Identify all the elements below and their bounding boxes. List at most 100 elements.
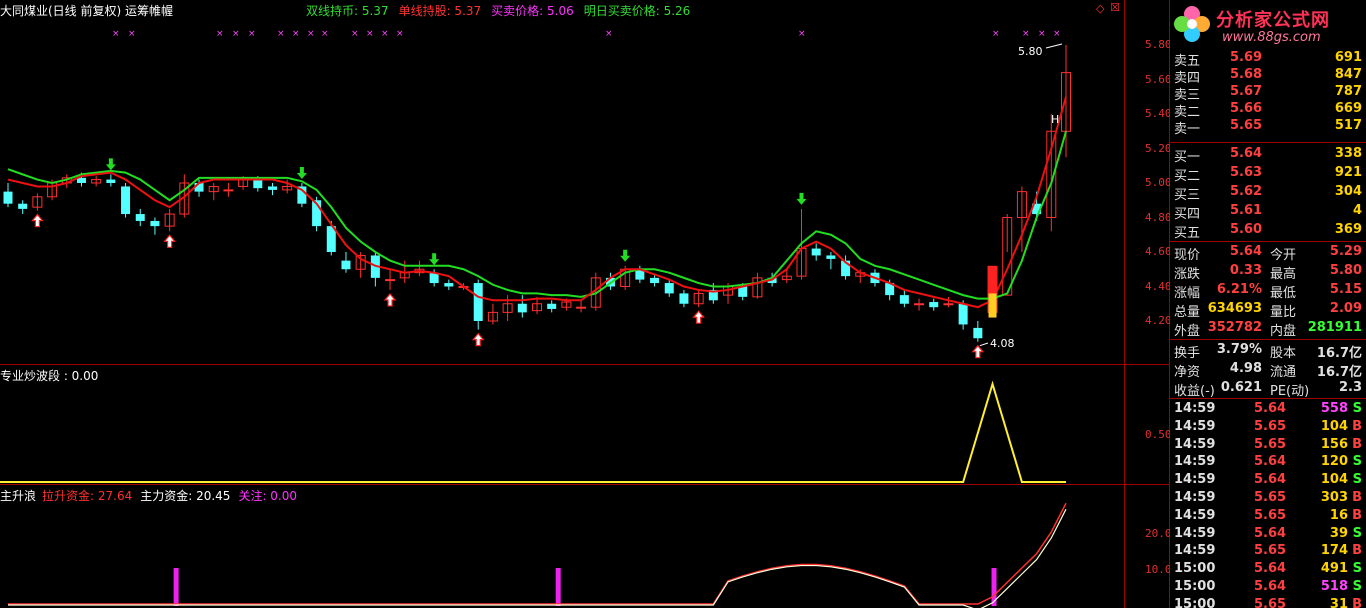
tick-side: B	[1352, 543, 1362, 559]
price-tick: 4.20	[1145, 314, 1170, 327]
kline-svg[interactable]: × × × × × × × × × × × × × × × × × × × 5.80 4.08 H	[0, 0, 1170, 608]
tick-volume: 39	[1329, 525, 1348, 541]
signal-x-marker: ×	[605, 29, 613, 39]
quote-value-2: 2.09	[1329, 301, 1362, 316]
price-tick: 5.00	[1145, 176, 1170, 189]
tick-price: 5.64	[1254, 401, 1287, 416]
quote-value-2: 5.29	[1329, 244, 1362, 259]
fund-key-2: 股本	[1270, 346, 1297, 361]
tick-time: 14:59	[1174, 436, 1216, 452]
sub2-ytick-10: 10.00	[1145, 563, 1170, 576]
quote-row: 外盘 352782 内盘 281911	[1170, 320, 1366, 339]
ask-label: 卖一	[1174, 122, 1201, 137]
tick-row[interactable]: 15:00 5.64 491 S	[1170, 561, 1366, 578]
tick-price: 5.65	[1254, 418, 1287, 434]
tick-time: 14:59	[1174, 454, 1216, 470]
candle-body	[18, 203, 28, 209]
signal-x-marker: ×	[216, 29, 224, 39]
quote-value-2: 281911	[1307, 320, 1362, 335]
tick-time: 15:00	[1174, 579, 1216, 594]
quote-value-2: 5.80	[1329, 263, 1362, 278]
tick-row[interactable]: 14:59 5.64 39 S	[1170, 526, 1366, 543]
tick-row[interactable]: 15:00 5.64 518 S	[1170, 579, 1366, 596]
sub2-item-2: 关注: 0.00	[238, 489, 298, 503]
bid-qty: 369	[1334, 222, 1362, 237]
tick-side: S	[1352, 401, 1362, 416]
tick-price: 5.65	[1254, 596, 1287, 608]
tick-row[interactable]: 14:59 5.65 303 B	[1170, 490, 1366, 507]
candle-body	[3, 191, 13, 204]
ask-row[interactable]: 卖三 5.67 787	[1170, 84, 1366, 103]
bid-row[interactable]: 买五 5.60 369	[1170, 222, 1366, 241]
buy-arrow-icon	[971, 344, 985, 359]
tick-time: 14:59	[1174, 401, 1216, 416]
sub2-item-0: 拉升资金: 27.64	[42, 489, 133, 503]
kline-chart-area[interactable]: × × × × × × × × × × × × × × × × × × × 5.80 4.08 H 大同煤业(日线 前复权…	[0, 0, 1170, 608]
buy-arrow-icon	[31, 213, 44, 228]
quote-value: 6.21%	[1216, 282, 1262, 297]
quote-value: 5.64	[1229, 244, 1262, 259]
tick-row[interactable]: 14:59 5.65 174 B	[1170, 543, 1366, 560]
tick-row[interactable]: 15:00 5.65 31 B	[1170, 597, 1366, 608]
diamond-icon[interactable]: ◇	[1096, 2, 1104, 15]
h-marker: H	[1051, 113, 1059, 126]
bid-row[interactable]: 买一 5.64 338	[1170, 146, 1366, 165]
tick-side: B	[1352, 418, 1362, 434]
bid-row[interactable]: 买二 5.63 921	[1170, 165, 1366, 184]
high-annotation: 5.80	[1018, 45, 1043, 58]
tick-volume: 518	[1320, 579, 1348, 594]
bid-price: 5.64	[1230, 146, 1263, 161]
bid-row[interactable]: 买四 5.61 4	[1170, 203, 1366, 222]
ask-row[interactable]: 卖五 5.69 691	[1170, 50, 1366, 69]
tick-row[interactable]: 14:59 5.64 120 S	[1170, 454, 1366, 471]
signal-x-marker: ×	[1022, 29, 1030, 39]
tick-volume: 491	[1320, 561, 1348, 577]
candle-body	[253, 179, 263, 189]
signal-x-marker: ×	[366, 29, 374, 39]
candle-body	[444, 283, 454, 287]
tick-volume: 303	[1320, 490, 1348, 505]
bid-label: 买二	[1174, 169, 1201, 184]
signal-x-marker: ×	[992, 29, 1000, 39]
candle-body	[958, 303, 968, 325]
axis-divider	[1124, 0, 1125, 608]
tick-time: 14:59	[1174, 418, 1216, 434]
bid-qty: 304	[1334, 184, 1362, 199]
fund-value: 3.79%	[1216, 342, 1262, 357]
quote-key-2: 今开	[1270, 248, 1297, 263]
tick-row[interactable]: 14:59 5.65 16 B	[1170, 508, 1366, 525]
candle-body	[914, 303, 925, 306]
tick-row[interactable]: 14:59 5.64 558 S	[1170, 401, 1366, 418]
signal-x-marker: ×	[381, 29, 389, 39]
tick-time: 14:59	[1174, 507, 1216, 523]
tick-row[interactable]: 14:59 5.65 156 B	[1170, 437, 1366, 454]
panel-divider-2[interactable]	[0, 484, 1170, 485]
tick-row[interactable]: 14:59 5.64 104 S	[1170, 472, 1366, 489]
fund-key-2: PE(动)	[1270, 384, 1310, 399]
tick-price: 5.65	[1254, 507, 1287, 523]
quote-divider	[1170, 339, 1366, 340]
ask-row[interactable]: 卖二 5.66 669	[1170, 101, 1366, 120]
indicator-1: 单线持股: 5.37	[398, 4, 482, 18]
ask-qty: 787	[1334, 84, 1362, 99]
signal-x-marker: ×	[277, 29, 285, 39]
ask-row[interactable]: 卖一 5.65 517	[1170, 118, 1366, 137]
candle-body	[943, 303, 954, 306]
candle-body	[899, 295, 909, 304]
ask-row[interactable]: 卖四 5.68 847	[1170, 67, 1366, 86]
tick-volume: 16	[1329, 507, 1348, 523]
bid-label: 买一	[1174, 150, 1201, 165]
sub1-label: 专业炒波段 : 0.00	[0, 369, 99, 383]
quote-value: 352782	[1207, 320, 1262, 335]
tick-price: 5.64	[1254, 454, 1287, 470]
bid-row[interactable]: 买三 5.62 304	[1170, 184, 1366, 203]
tick-row[interactable]: 14:59 5.65 104 B	[1170, 419, 1366, 436]
tick-price: 5.64	[1254, 579, 1287, 594]
close-icon[interactable]: ☒	[1110, 1, 1120, 14]
panel-divider-1[interactable]	[0, 364, 1170, 365]
attention-bar	[555, 568, 561, 606]
candle-body	[650, 277, 660, 284]
candle-body	[547, 303, 557, 309]
bid-qty: 338	[1334, 146, 1362, 161]
ask-qty: 669	[1334, 101, 1362, 116]
